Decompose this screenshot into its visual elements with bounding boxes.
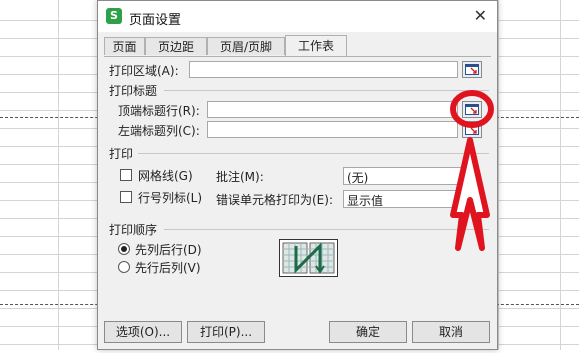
top-title-rows-input[interactable] — [207, 101, 458, 118]
down-then-over-radio[interactable] — [118, 243, 130, 255]
print-titles-group-label: 打印标题 — [109, 84, 158, 98]
options-button[interactable]: 选项(O)... — [104, 321, 182, 343]
row-col-headers-label: 行号列标(L) — [138, 191, 203, 205]
cell-errors-label: 错误单元格打印为(E): — [216, 193, 333, 207]
tab-divider — [104, 56, 491, 57]
top-rows-label: 顶端标题行(R): — [118, 104, 200, 118]
wps-app-icon: S — [106, 8, 122, 24]
print-area-range-picker-button[interactable] — [462, 61, 482, 78]
group-divider — [164, 90, 489, 91]
title-bar: S 页面设置 ✕ — [98, 1, 497, 32]
left-cols-label: 左端标题列(C): — [118, 124, 200, 138]
group-divider — [138, 153, 489, 154]
chevron-down-icon — [463, 173, 473, 179]
page-setup-dialog: S 页面设置 ✕ 页面 页边距 页眉/页脚 工作表 打印区域(A): 打印标题 … — [97, 0, 498, 350]
dialog-title: 页面设置 — [129, 13, 182, 28]
print-area-label: 打印区域(A): — [109, 64, 179, 78]
range-select-icon — [465, 104, 479, 115]
chevron-down-icon — [463, 196, 473, 202]
comments-dropdown[interactable]: (无) — [343, 167, 477, 185]
left-cols-range-picker-button[interactable] — [462, 121, 482, 138]
print-group-label: 打印 — [109, 147, 134, 161]
top-rows-range-picker-button[interactable] — [462, 101, 482, 118]
gridlines-label: 网格线(G) — [138, 169, 193, 183]
down-then-over-label: 先列后行(D) — [135, 243, 202, 257]
comments-selected-value: (无) — [347, 171, 369, 185]
print-button[interactable]: 打印(P)... — [187, 321, 265, 343]
ok-button[interactable]: 确定 — [329, 321, 407, 343]
row-col-headers-checkbox[interactable] — [120, 191, 132, 203]
page-order-preview-icon — [282, 242, 335, 274]
cell-errors-dropdown[interactable]: 显示值 — [343, 190, 477, 208]
tab-page[interactable]: 页面 — [104, 37, 145, 55]
tab-header-footer[interactable]: 页眉/页脚 — [207, 37, 285, 55]
tab-margins[interactable]: 页边距 — [145, 37, 207, 55]
group-divider — [164, 229, 489, 230]
gridlines-checkbox[interactable] — [120, 169, 132, 181]
cancel-button[interactable]: 取消 — [412, 321, 490, 343]
page-order-preview-image — [279, 239, 338, 277]
print-area-input[interactable] — [189, 61, 458, 78]
left-title-cols-input[interactable] — [207, 121, 458, 138]
comments-label: 批注(M): — [216, 170, 264, 184]
close-icon[interactable]: ✕ — [474, 6, 487, 25]
tab-sheet[interactable]: 工作表 — [285, 35, 347, 57]
page-order-group-label: 打印顺序 — [109, 223, 158, 237]
cell-errors-selected-value: 显示值 — [347, 194, 384, 208]
over-then-down-radio[interactable] — [118, 261, 130, 273]
range-select-icon — [465, 64, 479, 75]
range-select-icon — [465, 124, 479, 135]
over-then-down-label: 先行后列(V) — [135, 261, 201, 275]
